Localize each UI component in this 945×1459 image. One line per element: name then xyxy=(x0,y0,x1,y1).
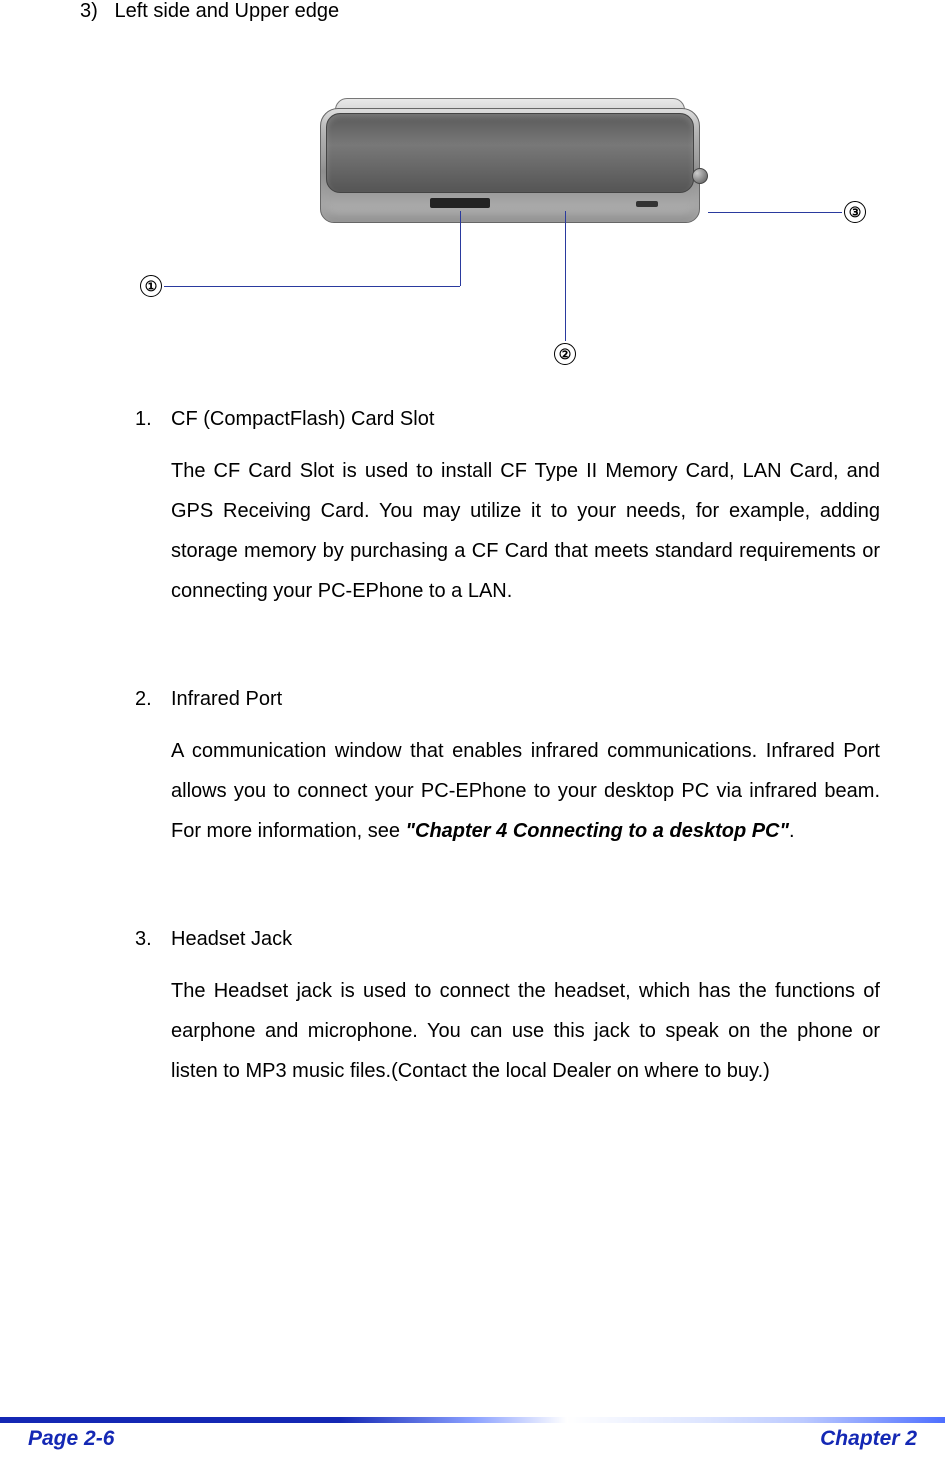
item-1: 1. CF (CompactFlash) Card Slot The CF Ca… xyxy=(135,403,880,611)
callout-3: ③ xyxy=(844,201,866,223)
item-3-number: 3. xyxy=(135,923,153,955)
device-lid xyxy=(326,113,694,193)
ir-port-graphic xyxy=(636,201,658,207)
section-heading: 3) Left side and Upper edge xyxy=(80,0,880,23)
item-2-title: Infrared Port xyxy=(171,683,282,715)
item-1-title: CF (CompactFlash) Card Slot xyxy=(171,403,434,435)
item-1-title-row: 1. CF (CompactFlash) Card Slot xyxy=(135,403,880,435)
item-3: 3. Headset Jack The Headset jack is used… xyxy=(135,923,880,1091)
item-1-body: The CF Card Slot is used to install CF T… xyxy=(171,451,880,611)
callout-1: ① xyxy=(140,275,162,297)
page-footer: Page 2-6 Chapter 2 xyxy=(0,1417,945,1459)
footer-chapter: Chapter 2 xyxy=(820,1427,917,1451)
footer-bar xyxy=(0,1417,945,1423)
heading-number: 3) xyxy=(80,0,98,22)
item-3-title: Headset Jack xyxy=(171,923,292,955)
item-2-body: A communication window that enables infr… xyxy=(171,731,880,851)
item-2-body-bold: "Chapter 4 Connecting to a desktop PC" xyxy=(406,820,789,842)
item-2: 2. Infrared Port A communication window … xyxy=(135,683,880,851)
footer-page-number: Page 2-6 xyxy=(28,1427,114,1451)
items-block: 1. CF (CompactFlash) Card Slot The CF Ca… xyxy=(135,403,880,1091)
item-3-body: The Headset jack is used to connect the … xyxy=(171,971,880,1091)
callout-3-hline xyxy=(708,212,842,213)
heading-title: Left side and Upper edge xyxy=(114,0,339,22)
item-2-title-row: 2. Infrared Port xyxy=(135,683,880,715)
callout-1-vline xyxy=(460,211,461,286)
callout-1-label: ① xyxy=(145,278,158,295)
callout-3-label: ③ xyxy=(849,204,862,221)
item-2-body-post: . xyxy=(789,820,795,842)
item-3-title-row: 3. Headset Jack xyxy=(135,923,880,955)
callout-1-hline xyxy=(164,286,460,287)
figure-area: ① ② ③ xyxy=(80,63,880,403)
page-content: 3) Left side and Upper edge ① ② ③ xyxy=(80,0,880,1163)
callout-2: ② xyxy=(554,343,576,365)
callout-2-vline xyxy=(565,211,566,341)
device-illustration xyxy=(320,93,700,228)
headset-jack-graphic xyxy=(692,168,708,184)
cf-slot-graphic xyxy=(430,198,490,208)
item-2-number: 2. xyxy=(135,683,153,715)
item-1-number: 1. xyxy=(135,403,153,435)
callout-2-label: ② xyxy=(559,346,572,363)
